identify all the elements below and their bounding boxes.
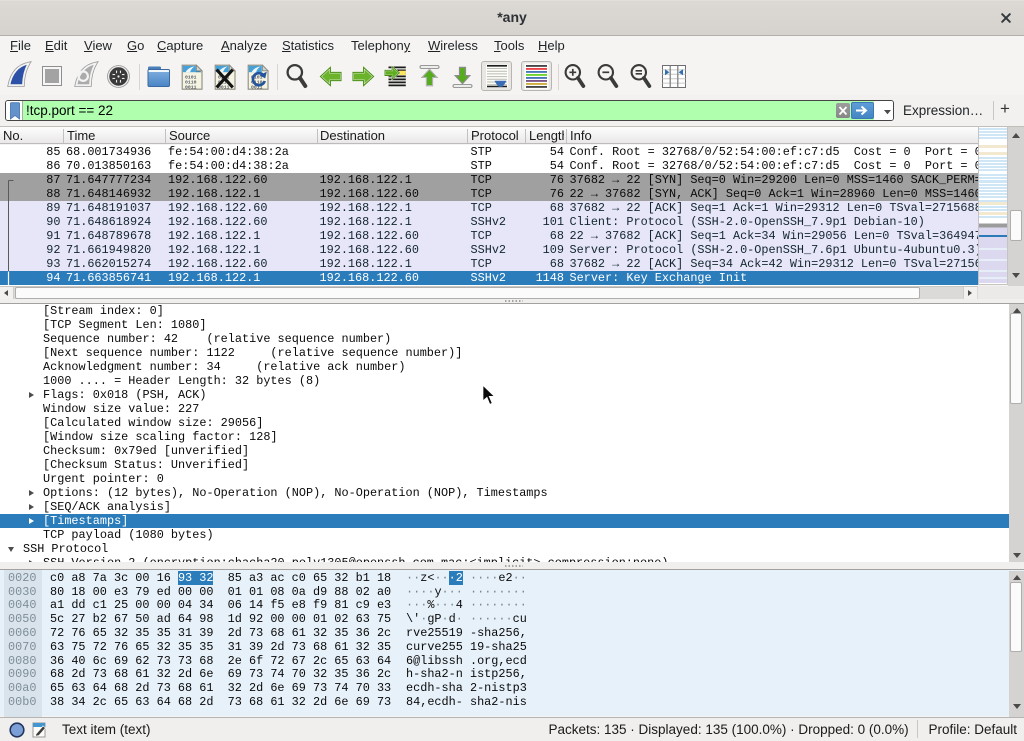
svg-text:0011: 0011 — [185, 85, 197, 91]
